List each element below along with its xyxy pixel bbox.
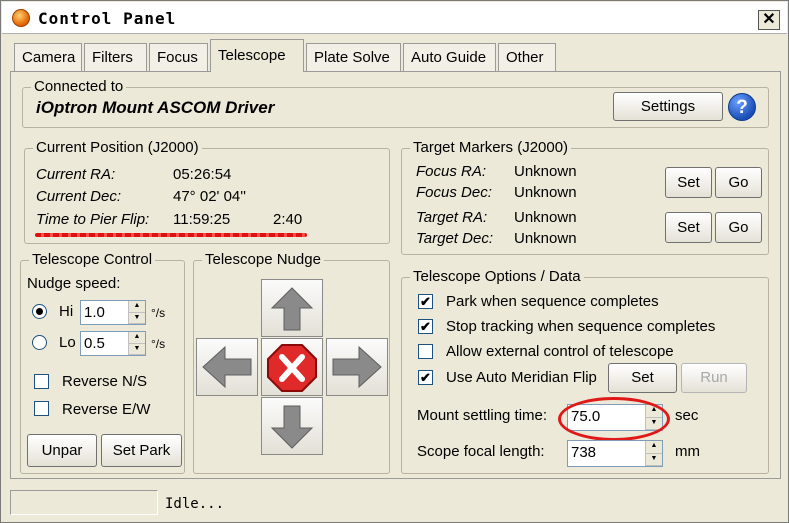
arrow-up-icon [270,287,314,331]
hi-speed-unit: °/s [151,306,166,320]
target-go-button[interactable]: Go [715,212,762,243]
nudge-speed-label: Nudge speed: [27,275,121,292]
help-icon[interactable]: ? [728,93,756,121]
lo-speed-radio[interactable] [32,335,47,350]
red-highlight-ellipse [558,397,670,441]
target-markers-legend: Target Markers (J2000) [410,139,572,156]
tab-plate-solve[interactable]: Plate Solve [306,43,401,71]
connected-legend: Connected to [31,78,127,95]
target-dec-label: Target Dec: [416,230,493,247]
lo-speed-value: 0.5 [84,335,105,352]
focal-length-unit: mm [675,443,700,460]
unpark-button[interactable]: Unpar [27,434,97,467]
focal-length-stepper[interactable]: 738 ▲ ▼ [567,440,663,467]
nudge-east-button[interactable] [326,338,388,396]
current-position-legend: Current Position (J2000) [33,139,202,156]
meridian-flip-checkbox[interactable]: ✔ [418,370,433,385]
nudge-west-button[interactable] [196,338,258,396]
stop-icon [267,344,317,392]
tab-telescope[interactable]: Telescope [210,39,304,72]
stop-tracking-checkbox[interactable]: ✔ [418,319,433,334]
nudge-stop-button[interactable] [261,338,323,396]
reverse-ns-checkbox[interactable] [34,374,49,389]
meridian-set-button[interactable]: Set [608,363,677,393]
lo-speed-spin-arrows[interactable]: ▲ ▼ [128,332,145,355]
focal-length-spin-arrows[interactable]: ▲ ▼ [645,441,662,466]
telescope-options-legend: Telescope Options / Data [410,268,584,285]
focal-length-label: Scope focal length: [417,443,545,460]
nudge-south-button[interactable] [261,397,323,455]
red-highlight-underline [35,233,307,237]
status-text: Idle... [165,496,225,512]
window-title: Control Panel [38,9,177,28]
arrow-down-icon [270,405,314,449]
pier-flip-label: Time to Pier Flip: [36,211,150,228]
focus-dec-value: Unknown [514,184,577,201]
tab-other[interactable]: Other [498,43,556,71]
lo-speed-unit: °/s [151,337,166,351]
telescope-control-legend: Telescope Control [29,251,156,268]
reverse-ns-label: Reverse N/S [62,373,148,390]
meridian-run-button[interactable]: Run [681,363,747,393]
status-bar: Idle... [2,483,787,521]
settling-time-unit: sec [675,407,699,424]
settling-time-label: Mount settling time: [417,407,548,424]
nudge-north-button[interactable] [261,279,323,337]
settings-button[interactable]: Settings [613,92,723,121]
spin-down-icon[interactable]: ▼ [129,344,145,355]
title-bar[interactable]: Control Panel ✕ [2,2,787,34]
lo-speed-label: Lo [59,334,76,351]
reverse-ew-checkbox[interactable] [34,401,49,416]
target-dec-value: Unknown [514,230,577,247]
hi-speed-value: 1.0 [84,304,105,321]
spin-down-icon[interactable]: ▼ [129,313,145,324]
tab-filters[interactable]: Filters [84,43,147,71]
spin-up-icon[interactable]: ▲ [646,441,662,454]
spin-up-icon[interactable]: ▲ [129,332,145,344]
tab-camera[interactable]: Camera [14,43,82,71]
arrow-left-icon [202,345,252,389]
focus-ra-label: Focus RA: [416,163,487,180]
target-ra-label: Target RA: [416,209,488,226]
park-label: Park when sequence completes [446,293,659,310]
external-control-checkbox[interactable] [418,344,433,359]
hi-speed-spin-arrows[interactable]: ▲ ▼ [128,301,145,324]
focal-length-value: 738 [571,444,597,461]
hi-speed-radio[interactable] [32,304,47,319]
current-dec-label: Current Dec: [36,188,122,205]
tab-focus[interactable]: Focus [149,43,208,71]
control-panel-window: Control Panel ✕ Camera Filters Focus Tel… [0,0,789,523]
meridian-flip-label: Use Auto Meridian Flip [446,369,597,386]
current-dec-value: 47° 02' 04'' [173,188,246,205]
pier-flip-remaining: 2:40 [273,211,303,228]
spin-down-icon[interactable]: ▼ [646,454,662,466]
stop-tracking-label: Stop tracking when sequence completes [446,318,716,335]
status-progress-field [10,490,158,515]
current-ra-value: 05:26:54 [173,166,232,183]
focus-dec-label: Focus Dec: [416,184,492,201]
driver-name: iOptron Mount ASCOM Driver [36,98,275,117]
focus-ra-value: Unknown [514,163,577,180]
pier-flip-time: 11:59:25 [173,211,231,228]
focus-go-button[interactable]: Go [715,167,762,198]
focus-set-button[interactable]: Set [665,167,712,198]
target-set-button[interactable]: Set [665,212,712,243]
external-control-label: Allow external control of telescope [446,343,674,360]
spin-up-icon[interactable]: ▲ [129,301,145,313]
park-checkbox[interactable]: ✔ [418,294,433,309]
lo-speed-stepper[interactable]: 0.5 ▲ ▼ [80,331,146,356]
hi-speed-label: Hi [59,303,74,320]
reverse-ew-label: Reverse E/W [62,401,151,418]
app-icon [12,9,30,27]
set-park-button[interactable]: Set Park [101,434,182,467]
target-ra-value: Unknown [514,209,577,226]
tab-auto-guide[interactable]: Auto Guide [403,43,496,71]
current-ra-label: Current RA: [36,166,116,183]
close-button[interactable]: ✕ [758,10,780,30]
hi-speed-stepper[interactable]: 1.0 ▲ ▼ [80,300,146,325]
arrow-right-icon [332,345,382,389]
telescope-nudge-legend: Telescope Nudge [202,251,324,268]
